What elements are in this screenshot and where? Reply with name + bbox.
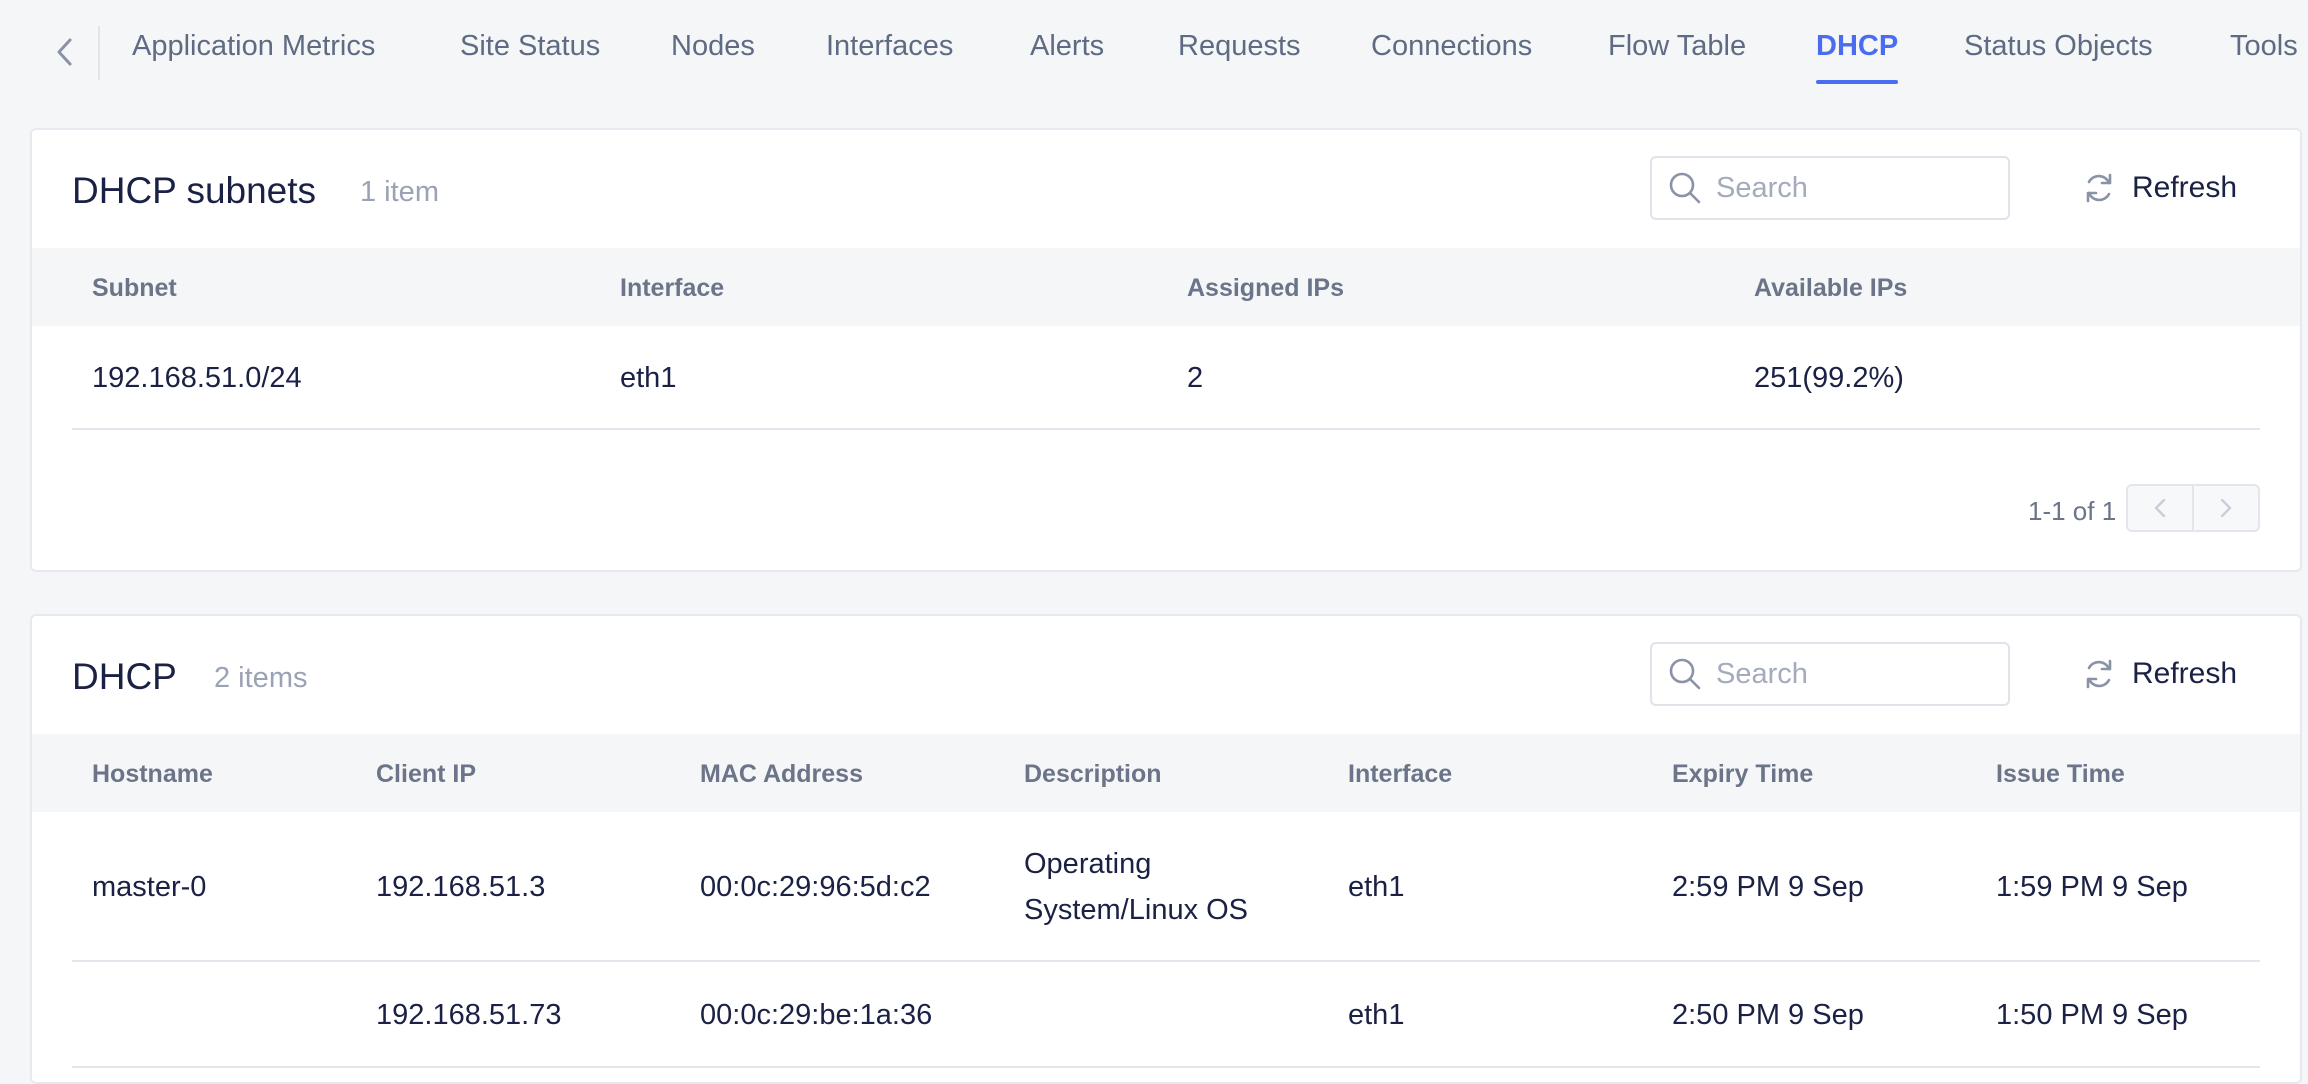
row-divider — [72, 428, 2260, 430]
tab-nodes[interactable]: Nodes — [671, 30, 755, 74]
cell-description-line2: System/Linux OS — [1024, 894, 1249, 926]
pagination-controls — [2126, 484, 2260, 532]
column-header-description[interactable]: Description — [1024, 760, 1162, 789]
leases-refresh-button[interactable]: Refresh — [2082, 642, 2237, 706]
cell-hostname: master-0 — [92, 871, 207, 903]
refresh-label: Refresh — [2132, 657, 2238, 690]
search-icon — [1669, 658, 1701, 690]
top-tab-bar: Application Metrics Site Status Nodes In… — [0, 0, 2308, 104]
tab-tools[interactable]: Tools — [2230, 30, 2298, 74]
column-header-issue-time[interactable]: Issue Time — [1996, 760, 2125, 789]
row-divider — [72, 1066, 2260, 1068]
chevron-left-icon — [2154, 498, 2166, 518]
dhcp-subnets-panel: DHCP subnets 1 item Refresh Subnet Inter… — [30, 128, 2302, 572]
refresh-label: Refresh — [2132, 171, 2238, 204]
column-header-mac-address[interactable]: MAC Address — [700, 760, 863, 789]
item-count: 1 item — [360, 176, 439, 208]
subnets-refresh-button[interactable]: Refresh — [2082, 156, 2237, 220]
cell-expiry-time: 2:50 PM 9 Sep — [1672, 999, 1864, 1031]
leases-table-header: Hostname Client IP MAC Address Descripti… — [32, 734, 2300, 812]
leases-search-box[interactable] — [1650, 642, 2010, 706]
column-header-subnet[interactable]: Subnet — [92, 274, 177, 303]
column-header-expiry-time[interactable]: Expiry Time — [1672, 760, 1813, 789]
column-header-available-ips[interactable]: Available IPs — [1754, 274, 1907, 303]
cell-interface: eth1 — [1348, 871, 1405, 903]
tab-interfaces[interactable]: Interfaces — [826, 30, 953, 74]
cell-client-ip: 192.168.51.3 — [376, 871, 546, 903]
cell-subnet: 192.168.51.0/24 — [92, 362, 302, 394]
column-header-interface[interactable]: Interface — [620, 274, 724, 303]
panel-title: DHCP subnets — [72, 170, 317, 211]
cell-description-line1: Operating — [1024, 848, 1152, 880]
tab-alerts[interactable]: Alerts — [1030, 30, 1104, 74]
leases-search-input[interactable] — [1716, 657, 1996, 691]
cell-interface: eth1 — [620, 362, 677, 394]
subnets-search-box[interactable] — [1650, 156, 2010, 220]
chevron-left-icon — [57, 38, 72, 66]
pagination-summary: 1-1 of 1 — [2028, 496, 2117, 526]
cell-issue-time: 1:59 PM 9 Sep — [1996, 871, 2188, 903]
cell-mac-address: 00:0c:29:be:1a:36 — [700, 999, 933, 1031]
column-header-hostname[interactable]: Hostname — [92, 760, 213, 789]
tab-dhcp[interactable]: DHCP — [1816, 30, 1899, 84]
cell-expiry-time: 2:59 PM 9 Sep — [1672, 871, 1864, 903]
cell-issue-time: 1:50 PM 9 Sep — [1996, 999, 2188, 1031]
tab-requests[interactable]: Requests — [1178, 30, 1301, 74]
panel-title: DHCP — [72, 656, 177, 697]
previous-page-button[interactable] — [2128, 486, 2192, 530]
cell-available-ips: 251(99.2%) — [1754, 362, 1904, 394]
tab-site-status[interactable]: Site Status — [460, 30, 600, 74]
next-page-button[interactable] — [2192, 486, 2258, 530]
column-header-client-ip[interactable]: Client IP — [376, 760, 476, 789]
subnets-table-header: Subnet Interface Assigned IPs Available … — [32, 248, 2300, 326]
dhcp-leases-panel: DHCP 2 items Refresh Hostname Client IP … — [30, 614, 2302, 1084]
cell-mac-address: 00:0c:29:96:5d:c2 — [700, 871, 931, 903]
refresh-icon — [2086, 173, 2112, 203]
refresh-icon — [2086, 659, 2112, 689]
column-header-interface[interactable]: Interface — [1348, 760, 1452, 789]
tab-status-objects[interactable]: Status Objects — [1964, 30, 2153, 74]
row-divider — [72, 960, 2260, 962]
column-header-assigned-ips[interactable]: Assigned IPs — [1187, 274, 1344, 303]
subnets-search-input[interactable] — [1716, 171, 1996, 205]
cell-assigned-ips: 2 — [1187, 362, 1204, 394]
tab-divider — [98, 26, 100, 80]
tab-application-metrics[interactable]: Application Metrics — [132, 30, 375, 74]
chevron-right-icon — [2220, 498, 2232, 518]
tabs-scroll-left-button[interactable] — [44, 30, 84, 74]
item-count: 2 items — [214, 662, 308, 694]
cell-interface: eth1 — [1348, 999, 1405, 1031]
tab-flow-table[interactable]: Flow Table — [1608, 30, 1746, 74]
cell-client-ip: 192.168.51.73 — [376, 999, 562, 1031]
search-icon — [1669, 172, 1701, 204]
tab-connections[interactable]: Connections — [1371, 30, 1532, 74]
